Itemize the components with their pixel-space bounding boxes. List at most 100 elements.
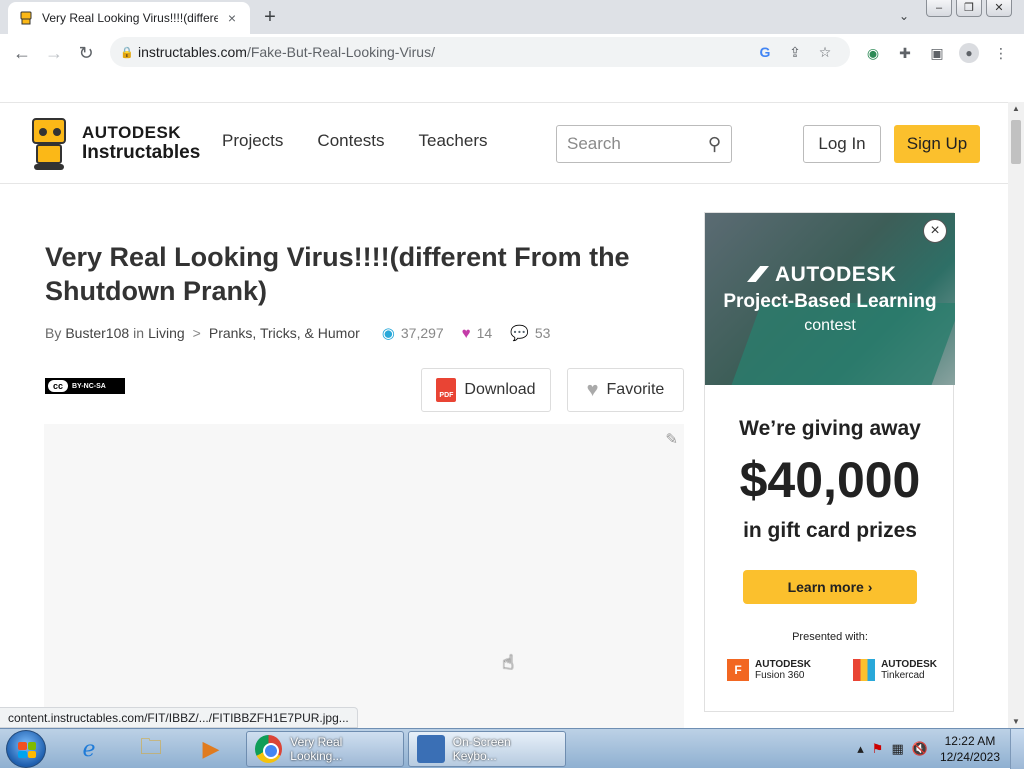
action-center-flag-icon[interactable]: ⚑ <box>872 741 884 757</box>
search-icon[interactable]: ⚲ <box>708 134 721 155</box>
views-count: 37,297 <box>400 325 444 341</box>
in-label: in <box>133 325 145 341</box>
globe-extension-icon[interactable]: ◉ <box>862 42 884 64</box>
tab-close-icon[interactable]: × <box>224 10 240 26</box>
robot-mascot-icon <box>26 114 72 172</box>
instructables-logo[interactable]: AUTODESK Instructables <box>26 113 206 173</box>
license-text: BY-NC-SA <box>72 382 106 390</box>
reload-icon[interactable]: ↻ <box>70 37 102 69</box>
network-icon[interactable]: ▦ <box>891 741 903 757</box>
download-label: Download <box>464 381 536 398</box>
page-scrollbar[interactable]: ▲ ▼ <box>1008 102 1024 728</box>
menu-kebab-icon[interactable]: ⋮ <box>990 42 1012 64</box>
instructables-favicon-icon <box>20 11 32 25</box>
author-link[interactable]: Buster108 <box>65 325 129 341</box>
taskbar-osk-window[interactable]: On-Screen Keybo... <box>408 731 566 767</box>
minimize-button[interactable]: – <box>926 0 952 17</box>
forward-arrow-icon[interactable]: → <box>38 37 70 69</box>
breadcrumb-separator: > <box>192 325 201 341</box>
flag-red <box>18 742 27 750</box>
sponsor-tinkercad-text: AUTODESK Tinkercad <box>881 659 937 681</box>
signup-button[interactable]: Sign Up <box>894 125 980 163</box>
ad-giving-away: We’re giving away <box>739 417 921 440</box>
favorite-button[interactable]: ♥ Favorite <box>567 368 684 412</box>
browser-tab-strip: Very Real Looking Virus!!!!(different Fr… <box>0 0 1024 34</box>
site-header: AUTODESK Instructables Projects Contests… <box>0 102 1008 184</box>
sponsor-fusion360-text: AUTODESK Fusion 360 <box>755 658 811 681</box>
ad-close-icon[interactable]: × <box>923 219 947 243</box>
nav-teachers[interactable]: Teachers <box>419 131 488 151</box>
clock-date: 12/24/2023 <box>939 750 1000 764</box>
close-window-button[interactable]: ✕ <box>986 0 1012 17</box>
url-text[interactable]: instructables.com/Fake-But-Real-Looking-… <box>138 44 750 60</box>
search-input[interactable] <box>567 134 697 154</box>
taskbar-osk-label: On-Screen Keybo... <box>452 735 511 763</box>
profile-icon: ● <box>959 43 979 63</box>
cutting-mat-graphic <box>728 303 955 385</box>
url-domain: instructables.com <box>138 44 247 60</box>
link-status-bar: content.instructables.com/FIT/IBBZ/.../F… <box>0 707 358 728</box>
scroll-thumb[interactable] <box>1011 120 1021 164</box>
robot-eye-left <box>39 128 47 136</box>
search-box: ⚲ <box>556 125 732 163</box>
sponsor-fusion360: F AUTODESK Fusion 360 <box>727 659 811 681</box>
sponsor-tinkercad-product: Tinkercad <box>881 669 925 681</box>
heart-icon: ♥ <box>461 324 471 342</box>
cc-license-badge[interactable]: cc BY-NC-SA <box>45 378 125 394</box>
extension-icons: ◉ ✚ ▣ ● ⋮ <box>862 42 1012 64</box>
system-tray: ▴ ⚑ ▦ 🔇 12:22 AM 12/24/2023 <box>853 729 1024 769</box>
ad-amount: $40,000 <box>739 452 921 508</box>
browser-tab-active[interactable]: Very Real Looking Virus!!!!(different Fr… <box>8 2 250 34</box>
comments-count: 53 <box>534 325 551 341</box>
media-player-icon[interactable]: ▶ <box>186 732 236 766</box>
internet-explorer-icon[interactable]: ℯ <box>64 732 114 766</box>
address-bar[interactable]: 🔒 instructables.com/Fake-But-Real-Lookin… <box>110 37 850 67</box>
scroll-up-arrow-icon[interactable]: ▲ <box>1012 104 1020 113</box>
nav-projects[interactable]: Projects <box>222 131 283 151</box>
taskbar-chrome-window[interactable]: Very Real Looking... <box>246 731 404 767</box>
new-tab-button[interactable]: + <box>258 6 282 28</box>
show-desktop-button[interactable] <box>1010 729 1024 769</box>
ad-prizes: in gift card prizes <box>743 519 917 542</box>
start-button[interactable] <box>6 730 46 768</box>
keyboard-icon <box>417 735 445 763</box>
ad-sponsors: F AUTODESK Fusion 360 AUTODESK Tinkercad <box>727 659 937 681</box>
subcategory-link[interactable]: Pranks, Tricks, & Humor <box>209 325 360 341</box>
category-link[interactable]: Living <box>148 325 185 341</box>
flag-blue <box>18 750 27 758</box>
puzzle-extensions-icon[interactable]: ✚ <box>894 42 916 64</box>
flag-yellow <box>27 750 36 758</box>
pencil-edit-icon[interactable]: ✎ <box>665 430 678 448</box>
article-image-placeholder[interactable]: ✎ <box>44 424 684 728</box>
scroll-down-arrow-icon[interactable]: ▼ <box>1012 717 1020 726</box>
contest-ad[interactable]: AUTODESK Project-Based Learning contest … <box>704 212 955 712</box>
side-panel-icon[interactable]: ▣ <box>926 42 948 64</box>
main-nav: Projects Contests Teachers <box>222 131 488 151</box>
clock-time: 12:22 AM <box>944 734 996 748</box>
robot-feet <box>34 164 64 170</box>
bookmark-star-icon[interactable]: ☆ <box>810 44 840 61</box>
comments-stat[interactable]: 💬 53 <box>510 324 550 342</box>
sponsor-fusion360-brand: AUTODESK <box>755 658 811 670</box>
google-lens-icon[interactable]: G <box>750 44 780 60</box>
share-icon[interactable]: ⇪ <box>780 44 810 61</box>
login-button[interactable]: Log In <box>803 125 881 163</box>
ad-presented-with: Presented with: <box>792 631 868 643</box>
ad-learn-more-button[interactable]: Learn more › <box>743 570 917 604</box>
article-title: Very Real Looking Virus!!!!(different Fr… <box>45 242 630 306</box>
restore-button[interactable]: ❐ <box>956 0 982 17</box>
file-explorer-icon[interactable]: 🗀 <box>126 732 176 766</box>
heart-outline-icon: ♥ <box>586 378 599 401</box>
download-button[interactable]: PDF Download <box>421 368 551 412</box>
nav-contests[interactable]: Contests <box>317 131 384 151</box>
ad-autodesk-logo: AUTODESK <box>747 263 896 287</box>
taskbar-clock[interactable]: 12:22 AM 12/24/2023 <box>940 733 1000 765</box>
windows-taskbar: ℯ 🗀 ▶ Very Real Looking... On-Screen Key… <box>0 728 1024 769</box>
hand-cursor-icon: ☝ <box>502 652 515 674</box>
tray-expand-icon[interactable]: ▴ <box>857 741 864 757</box>
favorites-count: 14 <box>476 325 493 341</box>
profile-avatar[interactable]: ● <box>958 42 980 64</box>
back-arrow-icon[interactable]: ← <box>6 37 38 69</box>
tab-search-chevron-icon[interactable]: ⌄ <box>896 9 912 25</box>
volume-muted-icon[interactable]: 🔇 <box>912 741 928 757</box>
